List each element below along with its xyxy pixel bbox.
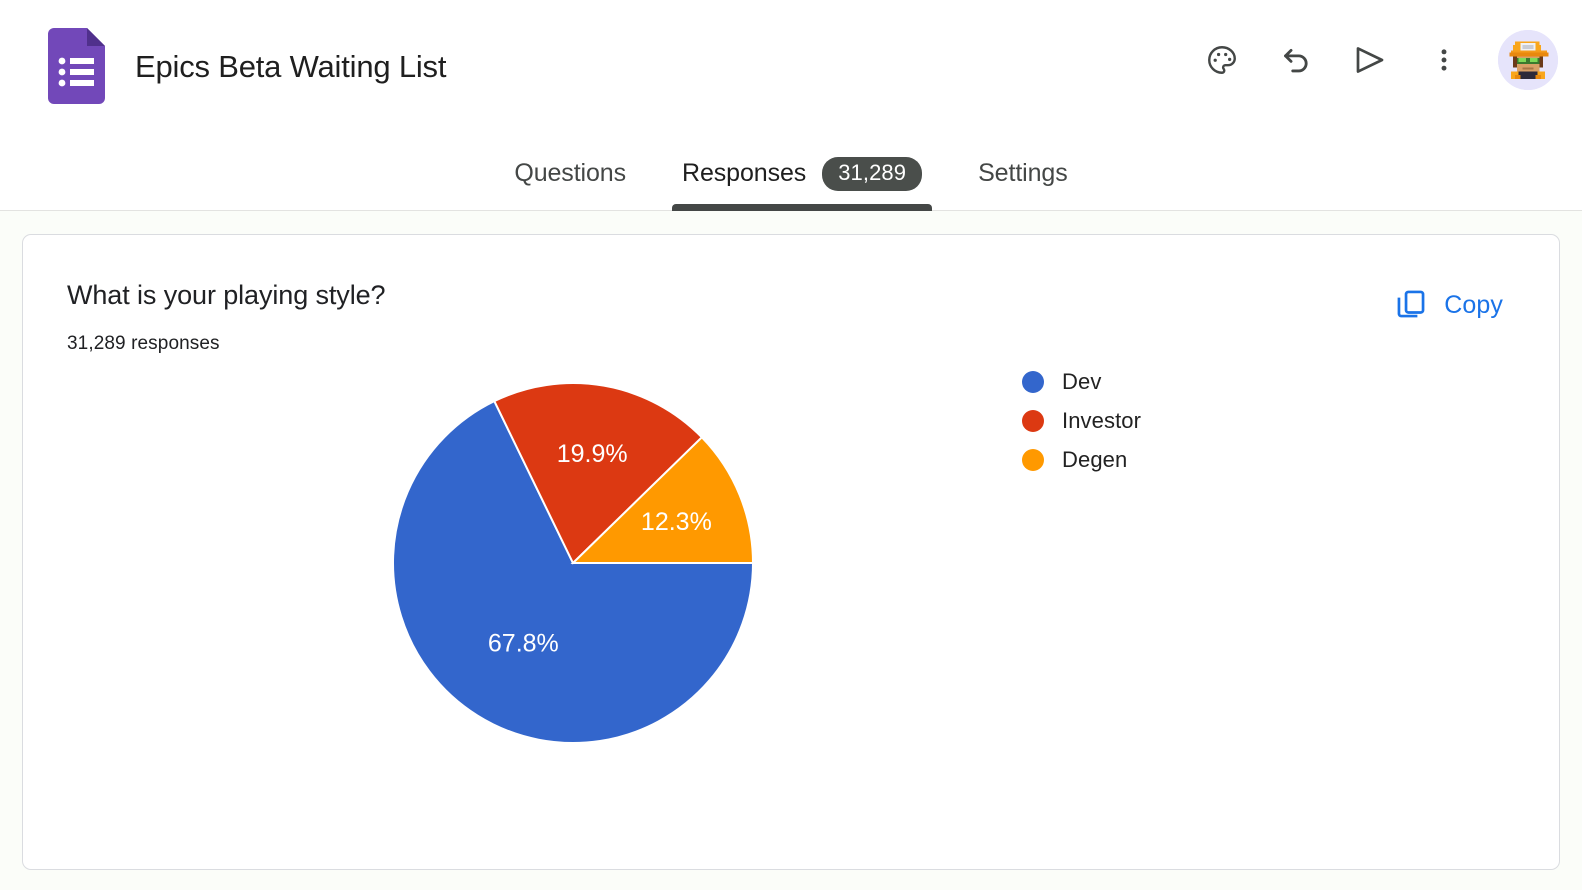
tab-questions[interactable]: Questions <box>486 137 654 211</box>
legend-label-investor: Investor <box>1062 408 1142 434</box>
send-icon[interactable] <box>1346 36 1394 84</box>
tab-questions-label: Questions <box>514 159 627 187</box>
legend-label-degen: Degen <box>1062 447 1128 473</box>
google-forms-app: Epics Beta Waiting List Questions Respon… <box>0 0 1582 890</box>
google-forms-icon[interactable] <box>48 28 105 104</box>
tab-settings-label: Settings <box>978 159 1068 187</box>
tab-responses-label: Responses <box>682 159 807 187</box>
legend-swatch-degen <box>1022 449 1044 472</box>
legend-item-degen[interactable]: Degen <box>1022 447 1141 473</box>
tab-strip: Questions Responses 31,289 Settings <box>0 137 1582 211</box>
legend-swatch-dev <box>1022 371 1044 394</box>
avatar[interactable] <box>1498 30 1558 90</box>
more-vert-icon[interactable] <box>1420 36 1468 84</box>
copy-button-label: Copy <box>1444 291 1503 319</box>
pie-slice-label: 19.9% <box>557 440 628 468</box>
undo-icon[interactable] <box>1272 36 1320 84</box>
legend-item-investor[interactable]: Investor <box>1022 408 1141 434</box>
question-heading-block: What is your playing style? 31,289 respo… <box>67 279 386 355</box>
chart-legend: Dev Investor Degen <box>1022 369 1141 473</box>
palette-icon[interactable] <box>1198 36 1246 84</box>
legend-item-dev[interactable]: Dev <box>1022 369 1141 395</box>
top-bar: Epics Beta Waiting List <box>0 0 1582 137</box>
legend-swatch-investor <box>1022 410 1044 433</box>
legend-label-dev: Dev <box>1062 369 1102 395</box>
response-count-text: 31,289 responses <box>67 333 220 355</box>
question-summary-card: What is your playing style? 31,289 respo… <box>22 234 1560 870</box>
pie-slice-label: 12.3% <box>641 508 712 536</box>
tab-settings[interactable]: Settings <box>950 137 1096 211</box>
pie-slices <box>392 382 755 745</box>
question-title: What is your playing style? <box>67 280 386 310</box>
chart-area: 67.8% 19.9% 12.3% Dev Investor Degen <box>67 365 1511 835</box>
pie-slice-label: 67.8% <box>488 630 559 658</box>
copy-icon <box>1394 287 1428 324</box>
responses-count-badge: 31,289 <box>822 156 923 191</box>
copy-button[interactable]: Copy <box>1386 283 1511 328</box>
brand-area: Epics Beta Waiting List <box>0 0 446 104</box>
toolbar-actions <box>1198 30 1558 90</box>
active-tab-underline <box>672 203 933 211</box>
tab-responses[interactable]: Responses 31,289 <box>654 137 950 211</box>
pie-chart: 67.8% 19.9% 12.3% <box>387 377 759 749</box>
card-header: What is your playing style? 31,289 respo… <box>67 279 1511 355</box>
document-title[interactable]: Epics Beta Waiting List <box>135 48 446 84</box>
responses-content: What is your playing style? 31,289 respo… <box>0 212 1582 890</box>
